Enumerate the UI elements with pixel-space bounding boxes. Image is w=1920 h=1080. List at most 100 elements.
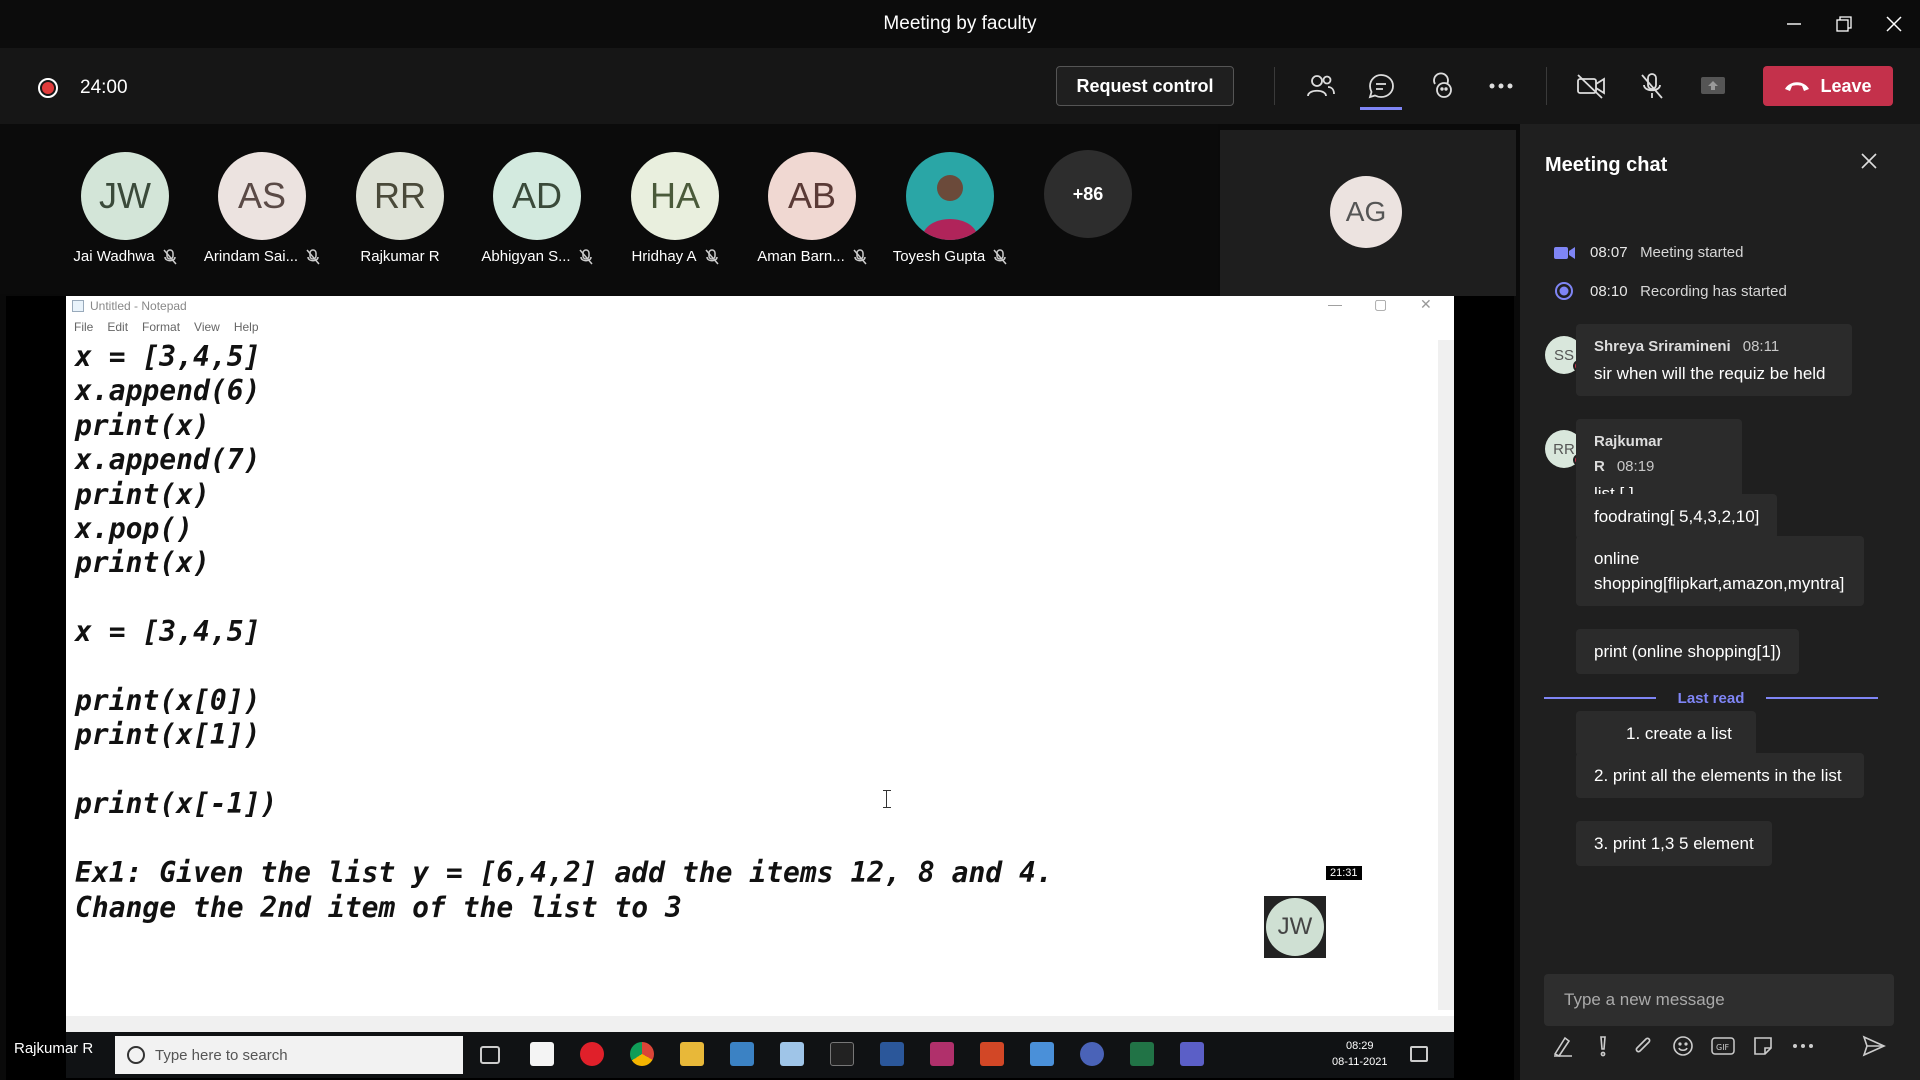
close-chat-icon[interactable] — [1860, 152, 1878, 175]
chat-message[interactable]: foodrating[ 5,4,3,2,10] — [1576, 494, 1778, 539]
reactions-icon[interactable] — [1425, 70, 1457, 102]
folder-icon — [680, 1042, 704, 1066]
chat-message[interactable]: 2. print all the elements in the list — [1576, 753, 1864, 798]
participant-tile[interactable]: Toyesh Gupta — [880, 152, 1020, 265]
avatar: JW — [1266, 898, 1324, 956]
chat-icon[interactable] — [1365, 70, 1397, 102]
share-screen-icon[interactable] — [1697, 70, 1729, 102]
participant-tile[interactable]: AB Aman Barn... — [742, 152, 882, 265]
cortana-icon — [127, 1046, 145, 1064]
chat-active-indicator — [1360, 107, 1402, 110]
sticker-icon[interactable] — [1751, 1034, 1775, 1058]
restore-icon[interactable] — [1830, 10, 1858, 38]
request-control-button[interactable]: Request control — [1056, 66, 1234, 106]
participant-tile[interactable]: AS Arindam Sai... — [192, 152, 332, 265]
mic-off-icon — [993, 248, 1007, 264]
participant-tile[interactable]: RR Rajkumar R — [330, 152, 470, 265]
notepad-title: Untitled - Notepad — [90, 299, 187, 313]
system-text: Recording has started — [1640, 282, 1787, 300]
chat-message[interactable]: Shreya Sriramineni 08:11 sir when will th… — [1576, 324, 1852, 396]
avatar: AG — [1330, 176, 1402, 248]
task-view-icon — [480, 1046, 500, 1064]
more-options-icon[interactable] — [1485, 70, 1517, 102]
menu-format: Format — [142, 320, 181, 334]
avatar: JW — [81, 152, 169, 240]
participant-name: Toyesh Gupta — [892, 248, 986, 265]
presenter-name: Rajkumar R — [14, 1040, 94, 1057]
video-icon — [1554, 246, 1575, 259]
send-icon[interactable] — [1862, 1034, 1886, 1058]
window-title: Meeting by faculty — [883, 13, 1037, 34]
app-icon — [930, 1042, 954, 1066]
r-icon — [1080, 1042, 1104, 1066]
terminal-icon — [830, 1042, 854, 1066]
participant-tile[interactable]: HA Hridhay A — [605, 152, 745, 265]
close-icon[interactable] — [1880, 10, 1908, 38]
chat-message[interactable]: online shopping[flipkart,amazon,myntra] — [1576, 536, 1864, 606]
chrome-icon — [630, 1042, 654, 1066]
title-bar: Meeting by faculty — [0, 0, 1920, 48]
participant-tile[interactable]: JW Jai Wadhwa — [55, 152, 195, 265]
chat-message[interactable]: print (online shopping[1]) — [1576, 629, 1800, 674]
more-actions-icon[interactable] — [1791, 1034, 1815, 1058]
text-cursor-icon — [883, 790, 891, 808]
attach-icon[interactable] — [1631, 1034, 1655, 1058]
recording-icon — [38, 78, 58, 98]
leave-label: Leave — [1820, 75, 1872, 96]
notifications-icon — [1410, 1046, 1428, 1062]
taskbar-clock: 08:29 08-11-2021 — [1332, 1038, 1387, 1070]
system-message: 08:07 Meeting started — [1554, 244, 1743, 261]
mini-video: JW — [1264, 896, 1326, 958]
notepad-titlebar: Untitled - Notepad — [66, 296, 1454, 316]
gif-icon[interactable]: GIF — [1711, 1034, 1735, 1058]
important-icon[interactable] — [1591, 1034, 1615, 1058]
taskbar-search: Type here to search — [115, 1036, 463, 1074]
minimize-icon[interactable] — [1780, 10, 1808, 38]
powerpoint-icon — [980, 1042, 1004, 1066]
participant-name: Arindam Sai... — [203, 248, 299, 265]
recording-icon — [1555, 282, 1573, 300]
mic-off-icon — [579, 248, 593, 264]
camera-off-icon[interactable] — [1575, 70, 1607, 102]
notepad-app-icon — [780, 1042, 804, 1066]
excel-icon — [1130, 1042, 1154, 1066]
message-input[interactable]: Type a new message — [1544, 974, 1894, 1026]
close-icon: ✕ — [1420, 296, 1432, 312]
leave-button[interactable]: Leave — [1763, 66, 1893, 106]
photos-icon — [730, 1042, 754, 1066]
sender-name: Shreya Sriramineni — [1594, 338, 1731, 355]
notepad-icon — [72, 300, 84, 312]
last-read-divider: Last read — [1544, 686, 1878, 710]
notepad-menu: File Edit Format View Help — [74, 320, 259, 334]
toolbar-divider — [1546, 67, 1547, 105]
avatar: RR — [356, 152, 444, 240]
avatar: AD — [493, 152, 581, 240]
message-text: sir when will the requiz be held — [1594, 364, 1826, 383]
chat-message[interactable]: 1. create a list — [1576, 711, 1756, 756]
mic-off-icon[interactable] — [1636, 70, 1668, 102]
horizontal-scrollbar — [66, 1016, 1454, 1032]
emoji-icon[interactable] — [1671, 1034, 1695, 1058]
participant-name: Abhigyan S... — [481, 248, 571, 265]
message-time: 08:11 — [1742, 338, 1780, 355]
mic-off-icon — [163, 248, 177, 264]
meeting-timer: 24:00 — [80, 77, 128, 98]
chat-title: Meeting chat — [1545, 154, 1668, 176]
taskbar-search-placeholder: Type here to search — [155, 1046, 288, 1064]
participant-tile[interactable]: AD Abhigyan S... — [467, 152, 607, 265]
maximize-icon: ▢ — [1374, 296, 1388, 312]
people-icon[interactable] — [1305, 70, 1337, 102]
participant-name: Hridhay A — [631, 248, 697, 265]
word-icon — [880, 1042, 904, 1066]
mic-off-icon — [704, 248, 719, 264]
chat-message[interactable]: 3. print 1,3 5 element — [1576, 821, 1772, 866]
taskbar-date: 08-11-2021 — [1332, 1056, 1388, 1068]
avatar-photo — [906, 152, 994, 240]
menu-file: File — [74, 320, 94, 334]
publisher-icon — [1030, 1042, 1054, 1066]
svg-text:GIF: GIF — [1716, 1043, 1730, 1052]
format-icon[interactable] — [1551, 1034, 1575, 1058]
menu-view: View — [194, 320, 220, 334]
more-participants-button[interactable]: +86 — [1044, 150, 1132, 238]
mic-off-icon — [853, 248, 867, 264]
